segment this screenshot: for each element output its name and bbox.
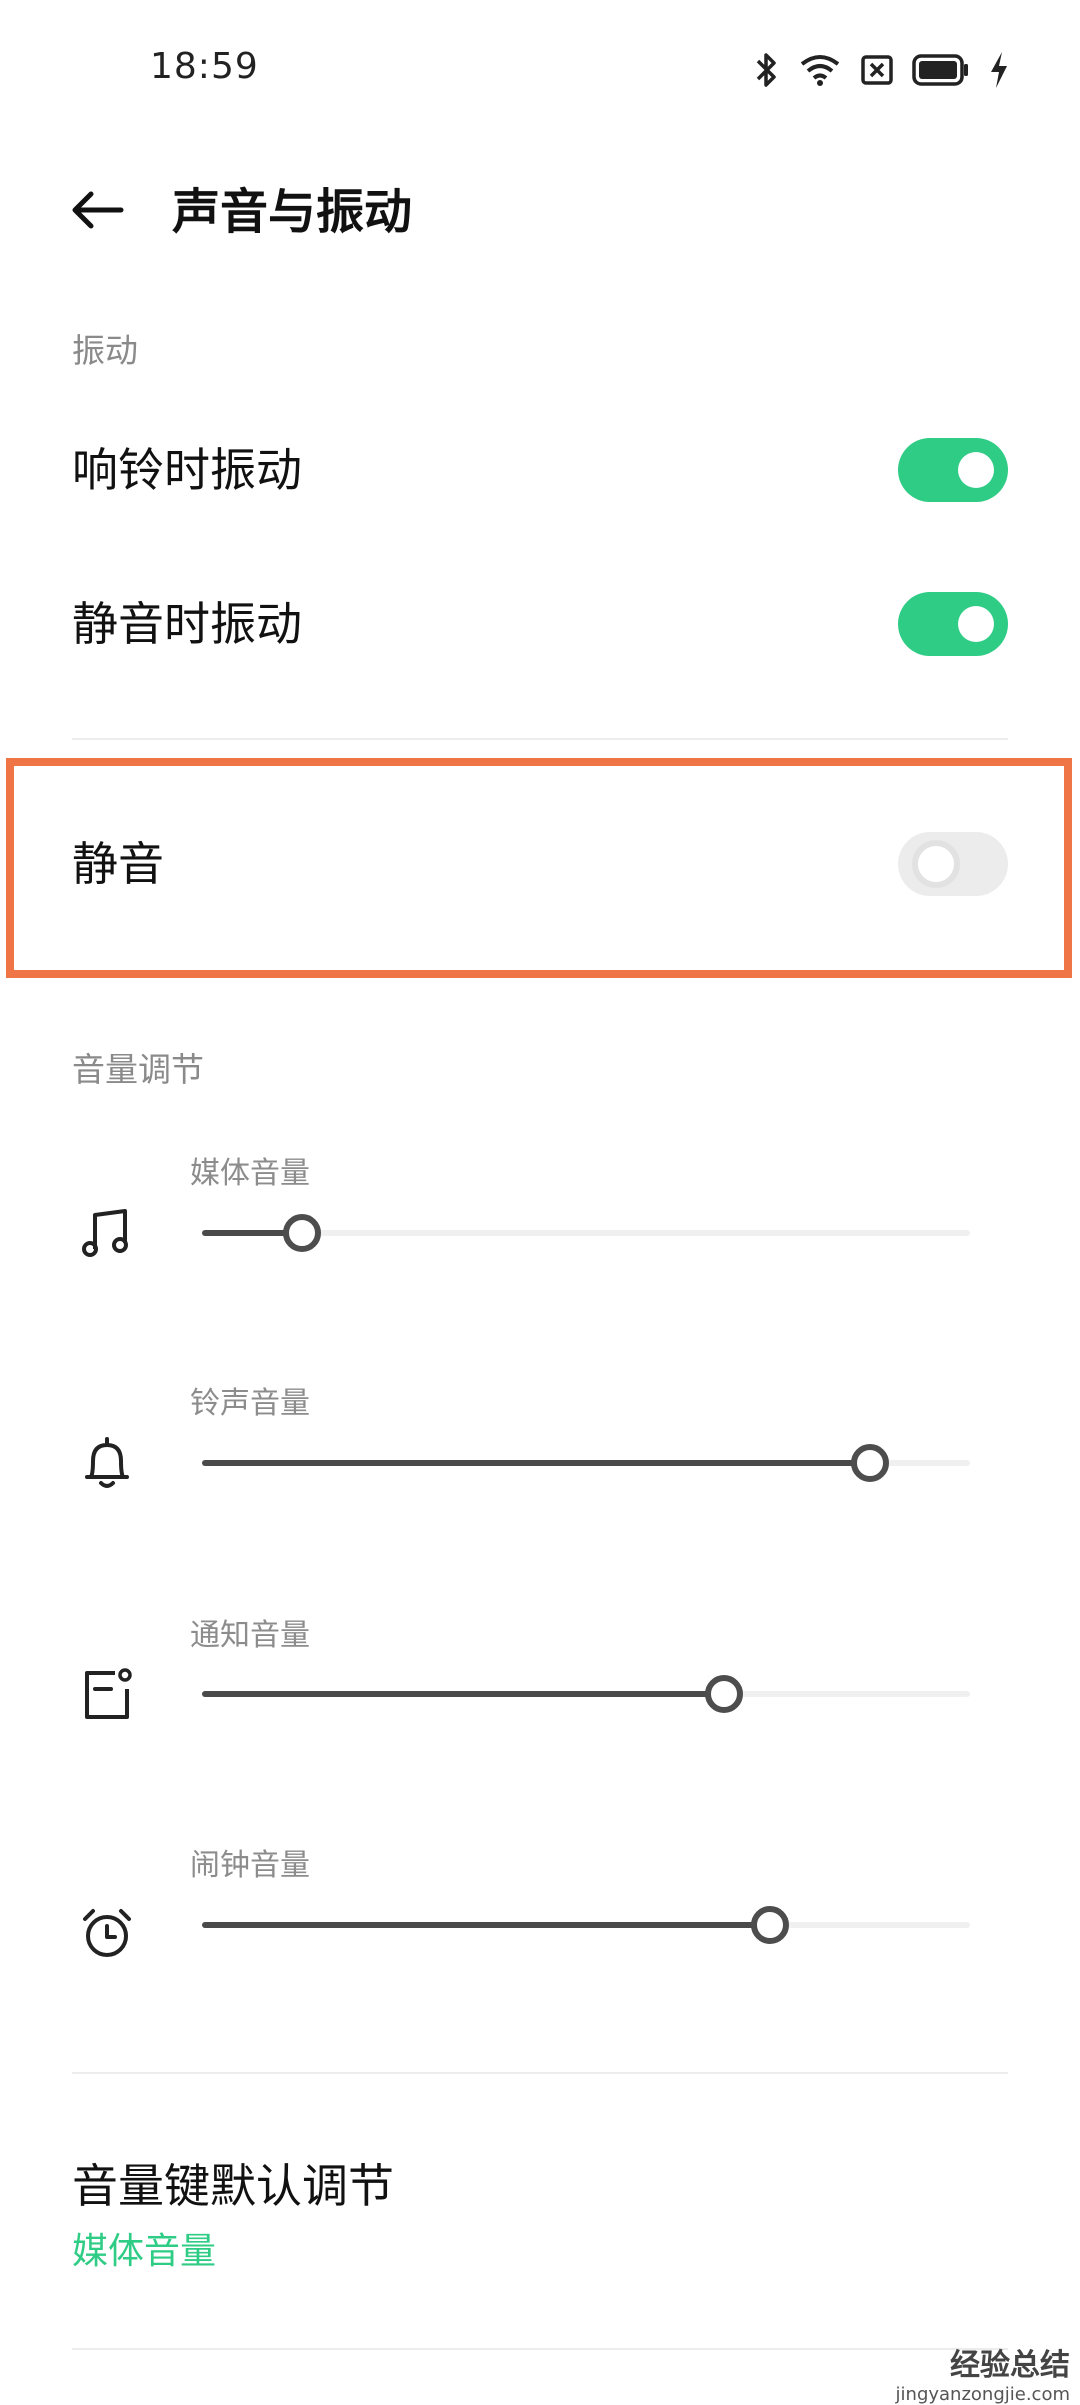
toggle-knob xyxy=(912,840,960,888)
slider-label: 通知音量 xyxy=(190,1618,310,1653)
media-volume-slider[interactable] xyxy=(202,1214,970,1252)
setting-label: 响铃时振动 xyxy=(72,443,302,497)
music-note-icon xyxy=(74,1200,140,1266)
setting-row-volume-key-default[interactable]: 音量键默认调节 媒体音量 xyxy=(0,2130,1080,2290)
slider-thumb[interactable] xyxy=(751,1906,790,1944)
setting-row-vibrate-on-silent[interactable]: 静音时振动 xyxy=(0,574,1080,674)
slider-label: 铃声音量 xyxy=(190,1386,310,1421)
slider-label: 媒体音量 xyxy=(190,1156,310,1191)
slider-label: 闹钟音量 xyxy=(190,1848,310,1883)
setting-row-mute[interactable]: 静音 xyxy=(0,810,1080,920)
ringtone-volume-slider[interactable] xyxy=(202,1444,970,1482)
watermark-text: 经验总结 xyxy=(950,2348,1070,2383)
vibrate-on-silent-toggle[interactable] xyxy=(898,592,1008,656)
mute-toggle[interactable] xyxy=(898,832,1008,896)
back-button[interactable] xyxy=(62,182,132,242)
divider xyxy=(72,2072,1008,2074)
section-title-volume: 音量调节 xyxy=(72,1050,204,1089)
no-sim-icon xyxy=(860,53,894,87)
arrow-left-icon xyxy=(69,190,125,234)
status-icons xyxy=(754,48,1010,92)
setting-value: 媒体音量 xyxy=(72,2231,217,2272)
bluetooth-icon xyxy=(754,50,780,90)
notification-volume-slider[interactable] xyxy=(202,1675,970,1713)
vibrate-on-ring-toggle[interactable] xyxy=(898,438,1008,502)
slider-thumb[interactable] xyxy=(705,1675,744,1713)
toggle-knob xyxy=(958,452,994,488)
slider-fill xyxy=(202,1691,725,1697)
slider-thumb[interactable] xyxy=(282,1214,321,1252)
page-title: 声音与振动 xyxy=(172,184,413,240)
section-title-vibration: 振动 xyxy=(72,331,138,370)
divider xyxy=(72,738,1008,740)
slider-fill xyxy=(202,1460,871,1466)
toggle-knob xyxy=(958,606,994,642)
setting-row-vibrate-on-ring[interactable]: 响铃时振动 xyxy=(0,420,1080,520)
divider xyxy=(72,2348,1008,2350)
alarm-clock-icon xyxy=(74,1900,140,1966)
status-time: 18:59 xyxy=(150,46,259,87)
setting-label: 音量键默认调节 xyxy=(72,2159,394,2213)
slider-thumb[interactable] xyxy=(851,1444,890,1482)
watermark-url: jingyanzongjie.com xyxy=(895,2384,1070,2405)
setting-label: 静音 xyxy=(72,837,164,891)
battery-icon xyxy=(912,53,970,87)
slider-fill xyxy=(202,1922,771,1928)
alarm-volume-slider[interactable] xyxy=(202,1906,970,1944)
watermark: 经验总结 jingyanzongjie.com xyxy=(896,2340,1070,2405)
charging-icon xyxy=(988,50,1010,90)
notification-icon xyxy=(74,1662,140,1728)
bell-icon xyxy=(74,1430,140,1496)
wifi-icon xyxy=(798,52,842,88)
setting-label: 静音时振动 xyxy=(72,597,302,651)
